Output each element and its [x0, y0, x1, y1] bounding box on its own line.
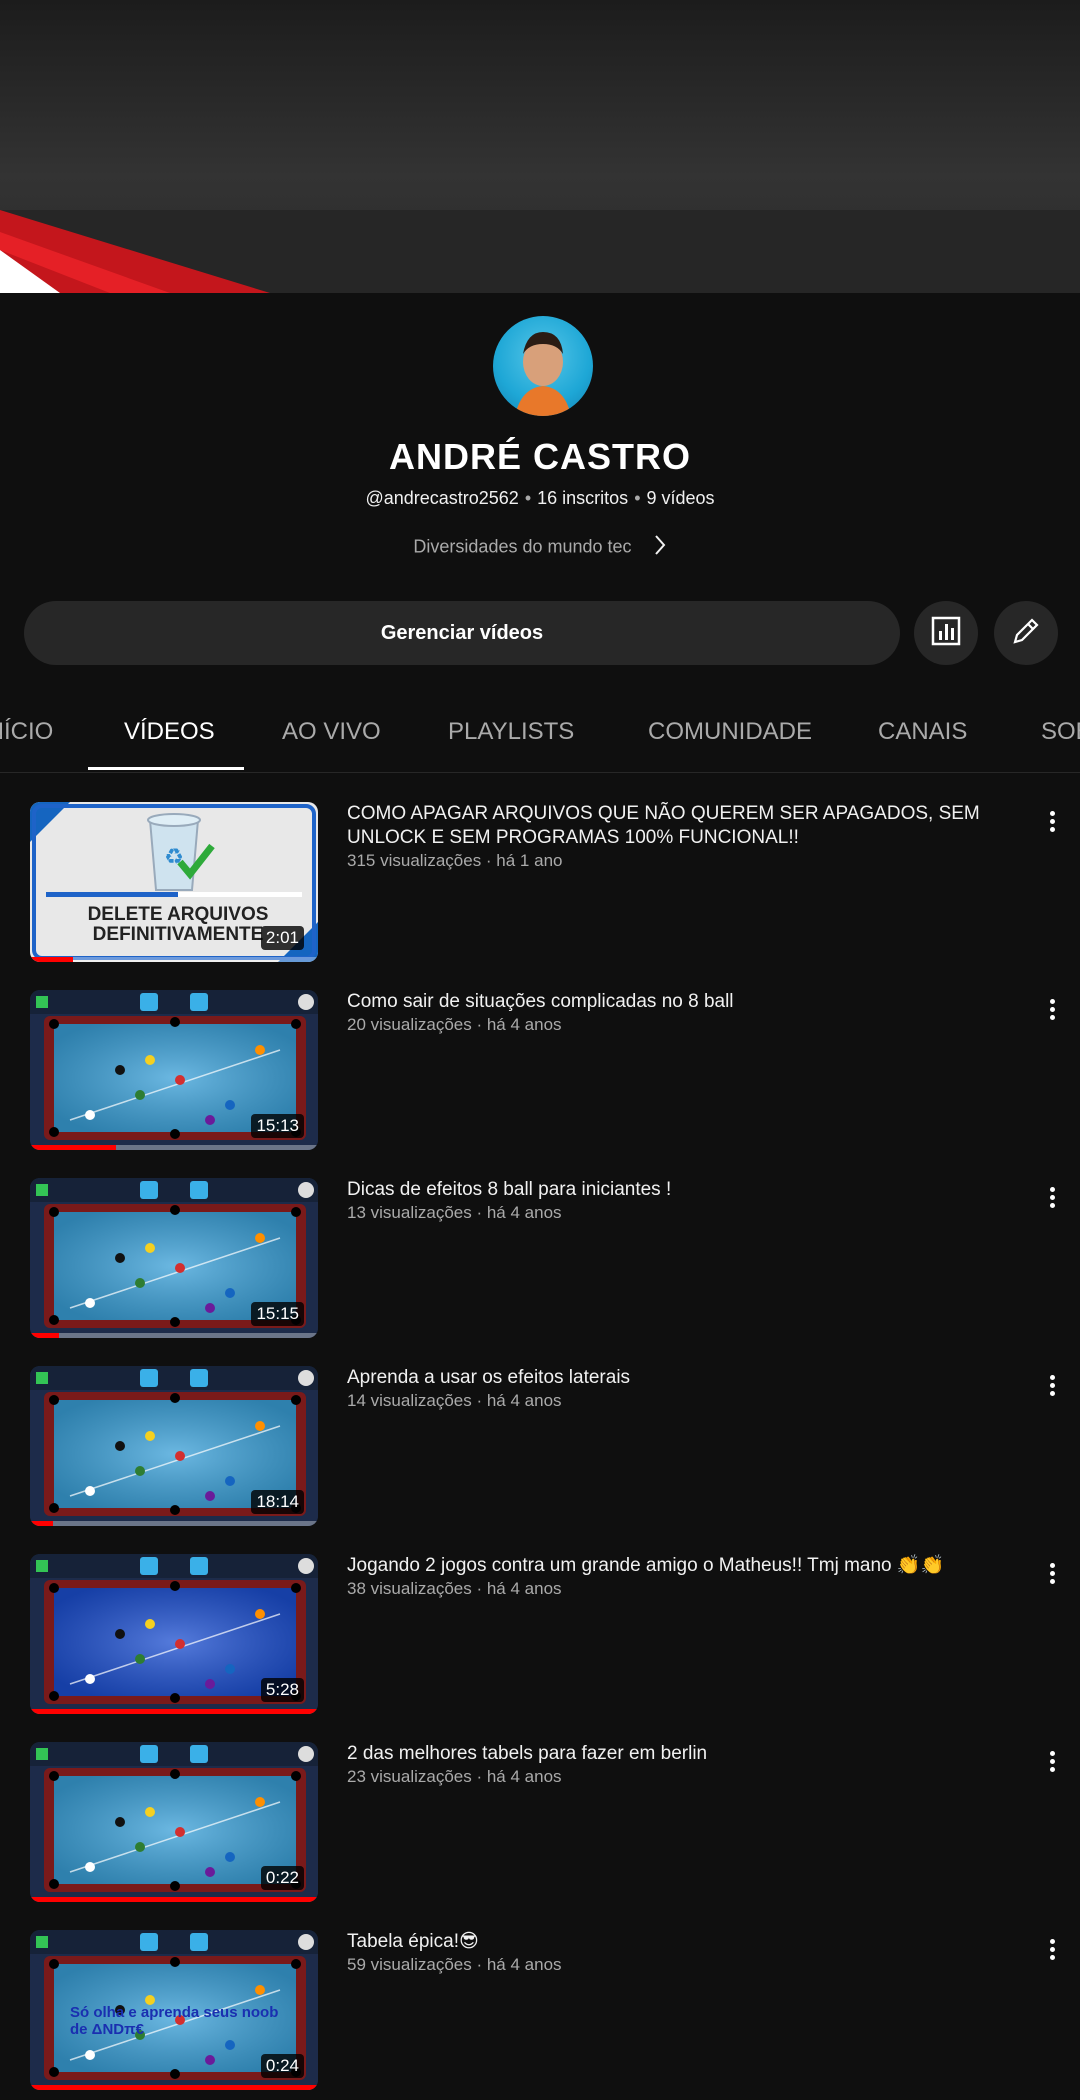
video-thumbnail[interactable]: 15:15: [30, 1178, 318, 1338]
svg-text:DEFINITIVAMENTE: DEFINITIVAMENTE: [93, 924, 264, 945]
video-title[interactable]: COMO APAGAR ARQUIVOS QUE NÃO QUEREM SER …: [347, 802, 987, 850]
watch-progress-bar: [30, 1333, 59, 1338]
thumbnail-caption: Só olha e aprenda seus noob de ΔNDπ€: [70, 2004, 279, 2038]
watch-progress-bar: [30, 1897, 318, 1902]
video-title[interactable]: Jogando 2 jogos contra um grande amigo o…: [347, 1554, 987, 1578]
manage-videos-button[interactable]: Gerenciar vídeos: [24, 601, 900, 665]
more-options-icon[interactable]: [1040, 808, 1064, 836]
more-options-icon[interactable]: [1040, 996, 1064, 1024]
video-meta: 23 visualizações · há 4 anos: [347, 1767, 562, 1786]
more-options-icon[interactable]: [1040, 1184, 1064, 1212]
chevron-right-icon: [653, 534, 667, 561]
video-item[interactable]: 15:13 Como sair de situações complicadas …: [0, 990, 1080, 1150]
watch-progress-bar: [30, 1145, 117, 1150]
tab-comunidade[interactable]: COMUNIDADE: [648, 718, 812, 746]
more-options-icon[interactable]: [1040, 1372, 1064, 1400]
tab-inicio[interactable]: INÍCIO: [0, 718, 53, 746]
video-duration: 18:14: [251, 1490, 304, 1514]
channel-description[interactable]: Diversidades do mundo tec: [0, 534, 1080, 561]
video-thumbnail[interactable]: 18:14: [30, 1366, 318, 1526]
more-options-icon[interactable]: [1040, 1560, 1064, 1588]
channel-avatar[interactable]: [493, 316, 593, 416]
video-item[interactable]: 0:22 2 das melhores tabels para fazer em …: [0, 1742, 1080, 1902]
svg-text:DELETE ARQUIVOS: DELETE ARQUIVOS: [88, 904, 269, 925]
video-thumbnail[interactable]: ♻ DELETE ARQUIVOS DEFINITIVAMENTE 2:01: [30, 802, 318, 962]
video-duration: 0:24: [260, 2054, 304, 2078]
video-title[interactable]: 2 das melhores tabels para fazer em berl…: [347, 1742, 987, 1766]
video-duration: 0:22: [260, 1866, 304, 1890]
more-options-icon[interactable]: [1040, 1936, 1064, 1964]
video-thumbnail[interactable]: 15:13: [30, 990, 318, 1150]
video-duration: 15:13: [251, 1114, 304, 1138]
channel-name: ANDRÉ CASTRO: [388, 436, 691, 477]
video-title[interactable]: Aprenda a usar os efeitos laterais: [347, 1366, 987, 1390]
tab-canais[interactable]: CANAIS: [878, 718, 967, 746]
tab-sobre[interactable]: SOBRE: [1041, 718, 1080, 746]
video-item[interactable]: ♻ DELETE ARQUIVOS DEFINITIVAMENTE 2:01 CO…: [0, 802, 1080, 962]
pencil-icon: [1010, 615, 1042, 652]
more-options-icon[interactable]: [1040, 1748, 1064, 1776]
channel-banner: [0, 0, 1080, 293]
video-title[interactable]: Como sair de situações complicadas no 8 …: [347, 990, 987, 1014]
video-duration: 2:01: [260, 926, 304, 950]
watch-progress-track: [30, 957, 318, 962]
channel-tabs: INÍCIO VÍDEOS AO VIVO PLAYLISTS COMUNIDA…: [0, 700, 1080, 773]
tab-playlists[interactable]: PLAYLISTS: [448, 718, 574, 746]
watch-progress-track: [30, 1333, 318, 1338]
video-meta: 59 visualizações · há 4 anos: [347, 1955, 562, 1974]
video-thumbnail[interactable]: Só olha e aprenda seus noob de ΔNDπ€ 0:24: [30, 1930, 318, 2090]
video-meta: 13 visualizações · há 4 anos: [347, 1203, 562, 1222]
channel-meta: @andrecastro2562 • 16 inscritos • 9 vídeos: [365, 488, 715, 508]
video-duration: 15:15: [251, 1302, 304, 1326]
video-duration: 5:28: [260, 1678, 304, 1702]
video-item[interactable]: Só olha e aprenda seus noob de ΔNDπ€ 0:24…: [0, 1930, 1080, 2090]
video-title[interactable]: Dicas de efeitos 8 ball para iniciantes …: [347, 1178, 987, 1202]
video-item[interactable]: 18:14 Aprenda a usar os efeitos laterais 1…: [0, 1366, 1080, 1526]
video-meta: 315 visualizações · há 1 ano: [347, 851, 563, 870]
watch-progress-bar: [30, 1521, 54, 1526]
tab-ao-vivo[interactable]: AO VIVO: [282, 718, 381, 746]
video-item[interactable]: 5:28 Jogando 2 jogos contra um grande ami…: [0, 1554, 1080, 1714]
video-item[interactable]: 15:15 Dicas de efeitos 8 ball para inicia…: [0, 1178, 1080, 1338]
video-title[interactable]: Tabela épica!😎: [347, 1930, 987, 1954]
watch-progress-bar: [30, 1709, 318, 1714]
video-meta: 38 visualizações · há 4 anos: [347, 1579, 562, 1598]
video-meta: 14 visualizações · há 4 anos: [347, 1391, 562, 1410]
analytics-button[interactable]: [914, 601, 978, 665]
tab-videos[interactable]: VÍDEOS: [124, 718, 215, 746]
video-meta: 20 visualizações · há 4 anos: [347, 1015, 562, 1034]
channel-handle: @andrecastro2562: [365, 488, 519, 508]
watch-progress-bar: [30, 2085, 318, 2090]
subscriber-count: 16 inscritos: [537, 488, 629, 508]
video-count: 9 vídeos: [646, 488, 715, 508]
edit-channel-button[interactable]: [994, 601, 1058, 665]
video-thumbnail[interactable]: 5:28: [30, 1554, 318, 1714]
description-text: Diversidades do mundo tec: [413, 536, 632, 557]
analytics-icon: [930, 615, 962, 652]
watch-progress-track: [30, 1521, 318, 1526]
watch-progress-bar: [30, 957, 74, 962]
video-thumbnail[interactable]: 0:22: [30, 1742, 318, 1902]
active-tab-indicator: [88, 767, 244, 770]
